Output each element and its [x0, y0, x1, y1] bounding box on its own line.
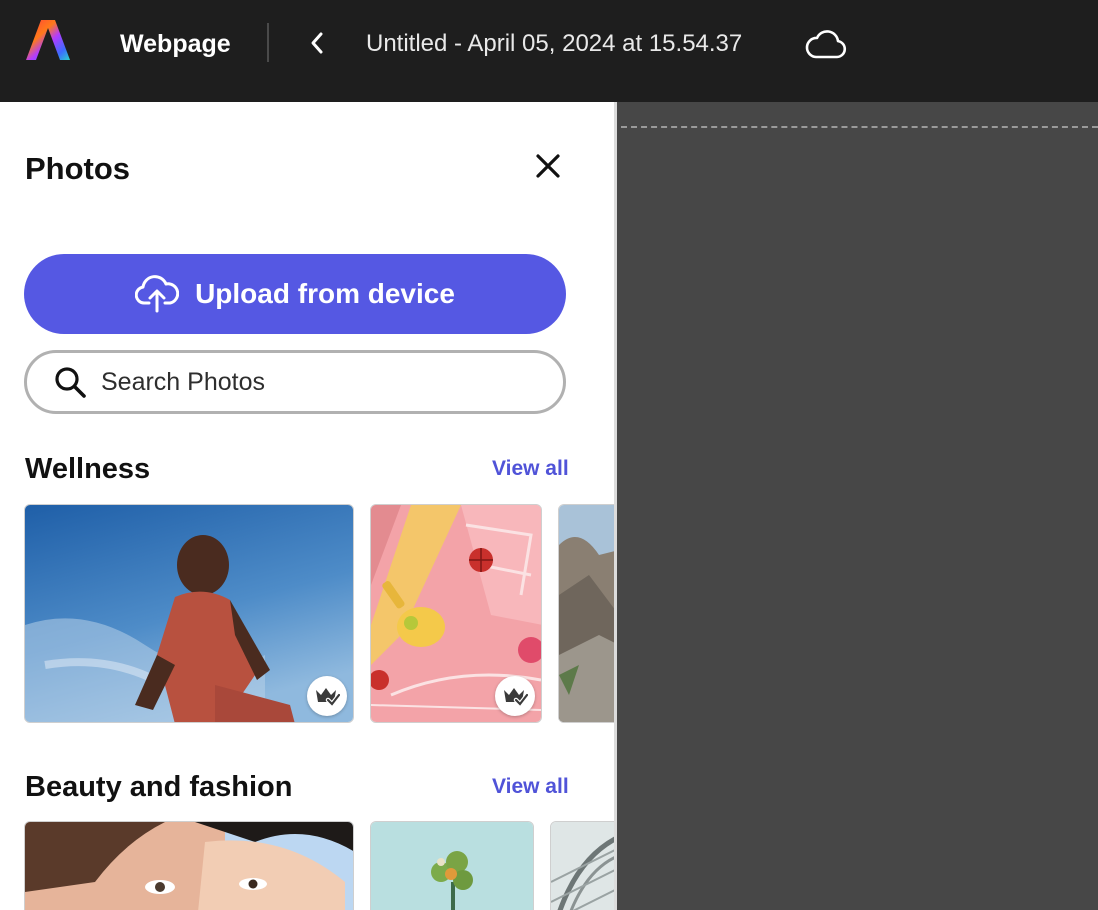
cloud-icon [805, 30, 847, 59]
chevron-left-icon [311, 32, 323, 54]
section-title-wellness: Wellness [25, 453, 151, 485]
premium-badge [495, 676, 535, 716]
photo-thumbnail-mountain[interactable] [558, 504, 614, 723]
canvas-page-boundary [621, 126, 1098, 128]
search-box[interactable] [24, 350, 566, 414]
photo-mountain [559, 505, 614, 722]
adobe-express-logo[interactable] [24, 16, 72, 64]
panel-title: Photos [25, 151, 131, 186]
photos-panel: Photos Upload from device Wellness View … [0, 102, 614, 910]
search-icon [55, 367, 86, 398]
cloud-upload-icon [135, 275, 180, 313]
premium-badge [307, 676, 347, 716]
photo-thumbnail-two-women[interactable] [24, 821, 354, 910]
photo-flower [371, 822, 533, 910]
premium-crown-icon [504, 688, 528, 707]
search-photos-input[interactable] [101, 367, 521, 397]
back-button[interactable] [300, 24, 334, 62]
photo-woman-sky [25, 505, 353, 722]
photo-thumbnail-woman-sky[interactable] [24, 504, 354, 723]
view-all-beauty-fashion-link[interactable]: View all [492, 773, 569, 801]
premium-crown-icon [316, 688, 340, 707]
top-bar: Webpage Untitled - April 05, 2024 at 15.… [0, 0, 1098, 102]
canvas-area[interactable] [617, 102, 1098, 910]
photo-two-women [25, 822, 353, 910]
upload-button-label: Upload from device [195, 278, 455, 309]
close-panel-button[interactable] [530, 148, 566, 184]
photo-thumbnail-flower[interactable] [370, 821, 534, 910]
photo-thumbnail-architecture[interactable] [550, 821, 614, 910]
photo-architecture [551, 822, 614, 910]
cloud-save-button[interactable] [802, 24, 850, 64]
section-title-beauty-fashion: Beauty and fashion [25, 771, 293, 803]
document-title[interactable]: Untitled - April 05, 2024 at 15.54.37 [366, 28, 742, 60]
app-name[interactable]: Webpage [120, 28, 231, 60]
upload-from-device-button[interactable]: Upload from device [24, 254, 566, 334]
header-divider [267, 23, 269, 62]
photo-thumbnail-pink-court[interactable] [370, 504, 542, 723]
close-icon [536, 154, 560, 178]
view-all-wellness-link[interactable]: View all [492, 455, 569, 483]
